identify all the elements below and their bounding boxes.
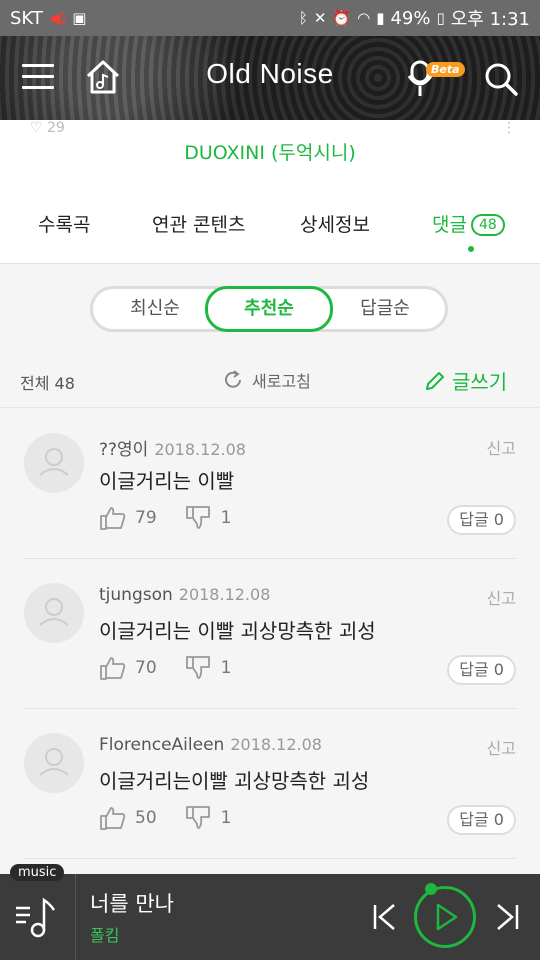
thumbs-down-icon[interactable]: [185, 505, 213, 531]
next-icon: [497, 904, 519, 930]
play-button[interactable]: [414, 886, 476, 948]
refresh-label: 새로고침: [252, 372, 311, 391]
comment-list-toolbar: 전체 48 새로고침 글쓰기: [0, 358, 540, 408]
comment-date: 2018.12.08: [230, 735, 322, 754]
comment-author: tjungson 2018.12.08: [99, 585, 270, 605]
tab-related[interactable]: 연관 콘텐츠: [152, 210, 245, 237]
avatar: [24, 433, 84, 493]
artist-name-link[interactable]: DUOXINI (두억시니): [0, 138, 540, 165]
like-count: 70: [135, 658, 157, 678]
battery-icon: ▯: [436, 9, 445, 27]
next-button[interactable]: [494, 902, 520, 932]
thumbs-down-icon[interactable]: [185, 655, 213, 681]
previous-icon: [373, 904, 395, 930]
comment-author: ??영이 2018.12.08: [99, 435, 246, 460]
total-count: 전체 48: [20, 374, 75, 393]
write-comment-button[interactable]: 글쓰기: [424, 366, 507, 395]
playlist-music-icon: [16, 897, 56, 938]
comment-actions: 70 1: [99, 655, 259, 681]
sort-replies[interactable]: 답글순: [325, 289, 445, 329]
comment-text: 이글거리는이빨 괴상망측한 괴성: [99, 769, 370, 793]
dislike-count: 1: [220, 808, 232, 828]
previous-button[interactable]: [372, 902, 398, 932]
sort-segmented-control: 최신순 추천순 답글순: [90, 286, 448, 332]
like-count: 79: [135, 508, 157, 528]
write-label: 글쓰기: [452, 370, 508, 394]
comment-text: 이글거리는 이빨 괴상망측한 괴성: [99, 619, 376, 643]
report-button[interactable]: 신고: [487, 585, 516, 609]
sort-recommended[interactable]: 추천순: [205, 286, 333, 332]
user-icon: [39, 748, 69, 776]
share-peek[interactable]: ⋮: [502, 120, 516, 136]
avatar: [24, 733, 84, 793]
report-button[interactable]: 신고: [487, 435, 516, 459]
reply-button[interactable]: 답글 0: [447, 505, 516, 535]
refresh-icon: [225, 370, 241, 388]
carrier-label: SKT: [10, 7, 43, 29]
thumbs-up-icon[interactable]: [99, 805, 127, 831]
comment-username: FlorenceAileen: [99, 735, 225, 755]
tab-details[interactable]: 상세정보: [300, 210, 370, 237]
volume-icon: ◀): [48, 9, 67, 27]
status-bar: SKT ◀) ▣ ᛒ ✕ ⏰ ◠ ▮ 49% ▯ 오후 1:31: [0, 0, 540, 36]
comment-item: ??영이 2018.12.08 신고 이글거리는 이빨 79 1 답글 0: [24, 409, 516, 559]
user-icon: [39, 448, 69, 476]
comment-username: tjungson: [99, 585, 173, 605]
now-playing-title: 너를 만나: [90, 892, 174, 916]
comment-actions: 79 1: [99, 505, 259, 531]
player-divider: [75, 874, 76, 960]
artist-area: ♡ 29 ⋮ DUOXINI (두억시니): [0, 120, 540, 190]
playlist-button[interactable]: [14, 894, 62, 942]
tab-comments-label: 댓글: [432, 214, 467, 236]
dislike-count: 1: [220, 508, 232, 528]
tab-bar: 수록곡 연관 콘텐츠 상세정보 댓글 48: [0, 190, 540, 264]
like-count: 50: [135, 808, 157, 828]
now-playing-artist: 폴킴: [90, 926, 120, 945]
search-button[interactable]: [484, 62, 518, 96]
comment-date: 2018.12.08: [178, 585, 271, 604]
thumbs-up-icon[interactable]: [99, 655, 127, 681]
tab-comments[interactable]: 댓글 48: [432, 210, 505, 237]
bluetooth-icon: ᛒ: [298, 9, 308, 27]
report-button[interactable]: 신고: [487, 735, 516, 759]
battery-percent: 49%: [390, 7, 431, 29]
comment-date: 2018.12.08: [154, 440, 246, 459]
thumbs-down-icon[interactable]: [185, 805, 213, 831]
comment-text: 이글거리는 이빨: [99, 469, 235, 493]
alarm-icon: ⏰: [332, 9, 352, 27]
comment-item: tjungson 2018.12.08 신고 이글거리는 이빨 괴상망측한 괴성 …: [24, 559, 516, 709]
refresh-button[interactable]: 새로고침: [222, 368, 311, 392]
app-header: Old Noise Beta: [0, 36, 540, 120]
screen-record-icon: ▣: [72, 9, 87, 27]
avatar: [24, 583, 84, 643]
comment-username: ??영이: [99, 440, 149, 460]
clock: 오후 1:31: [450, 9, 530, 30]
tab-tracks[interactable]: 수록곡: [38, 210, 90, 237]
search-icon: [485, 63, 518, 96]
signal-icon: ▮: [376, 9, 385, 27]
sort-latest[interactable]: 최신순: [95, 289, 215, 329]
reply-button[interactable]: 답글 0: [447, 655, 516, 685]
music-badge: music: [10, 864, 65, 881]
play-icon: [436, 903, 458, 931]
reply-button[interactable]: 답글 0: [447, 805, 516, 835]
comments-section: 최신순 추천순 답글순 전체 48 새로고침 글쓰기 ??영이 2018.12.…: [0, 264, 540, 874]
dislike-count: 1: [220, 658, 232, 678]
voice-search-button[interactable]: Beta: [407, 56, 465, 100]
progress-indicator: [425, 883, 437, 895]
wifi-icon: ◠: [357, 9, 371, 27]
like-count-peek[interactable]: ♡ 29: [30, 120, 65, 136]
thumbs-up-icon[interactable]: [99, 505, 127, 531]
mute-icon: ✕: [313, 9, 327, 27]
beta-badge: Beta: [426, 62, 465, 77]
comment-actions: 50 1: [99, 805, 259, 831]
user-icon: [39, 598, 69, 626]
comment-count-badge: 48: [470, 214, 505, 236]
comment-item: FlorenceAileen 2018.12.08 신고 이글거리는이빨 괴상망측…: [24, 709, 516, 859]
pencil-icon: [426, 371, 444, 390]
mini-player[interactable]: music 너를 만나 폴킴: [0, 864, 540, 960]
active-tab-indicator: [468, 246, 474, 252]
comment-author: FlorenceAileen 2018.12.08: [99, 735, 322, 755]
